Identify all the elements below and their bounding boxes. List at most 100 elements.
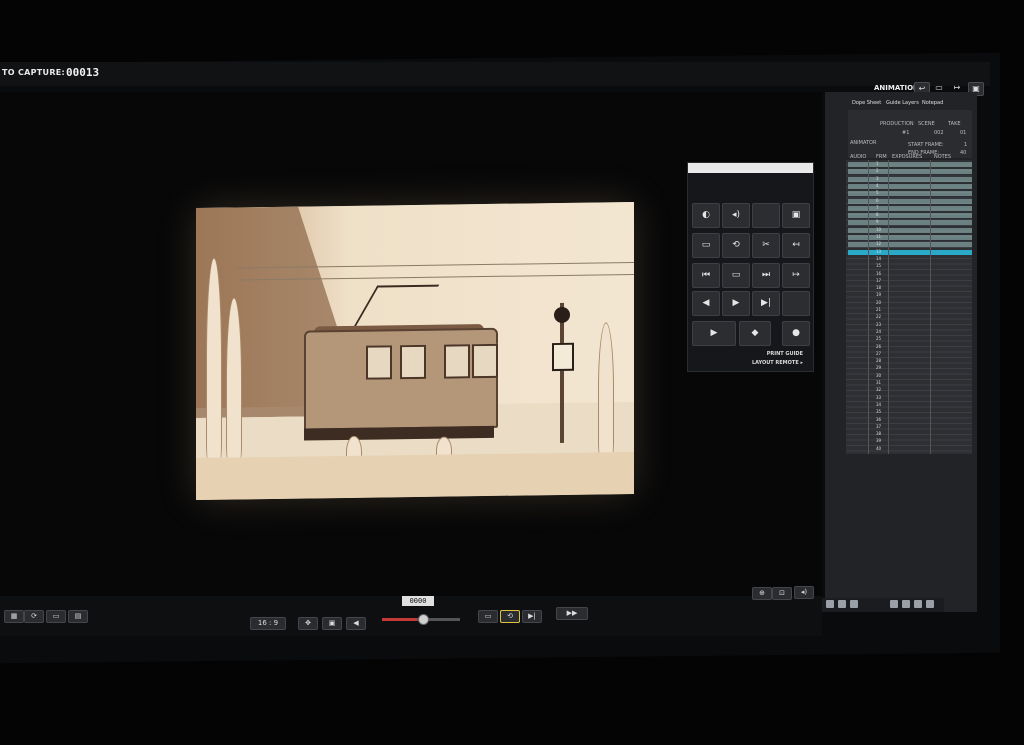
- frame-number[interactable]: 1: [876, 161, 879, 166]
- end-frame-value[interactable]: 40: [960, 150, 966, 156]
- frame-number[interactable]: 38: [876, 431, 881, 436]
- captured-frame-row[interactable]: [848, 191, 972, 197]
- frame-number[interactable]: 19: [876, 292, 881, 297]
- captured-frame-row[interactable]: [848, 176, 972, 182]
- frame-number[interactable]: 12: [876, 241, 881, 246]
- frame-number[interactable]: 7: [876, 205, 879, 210]
- skip-icon[interactable]: ▶|: [522, 610, 542, 623]
- captured-frame-row[interactable]: [848, 227, 972, 233]
- volume-icon[interactable]: ◂): [794, 586, 814, 599]
- last-frame-icon[interactable]: ⏭: [752, 263, 780, 288]
- frame-icon[interactable]: ▭: [46, 610, 66, 623]
- frame-number[interactable]: 33: [876, 395, 881, 400]
- cross-icon[interactable]: [838, 600, 846, 608]
- goto-end-icon[interactable]: ↦: [782, 263, 810, 288]
- frame-number[interactable]: 22: [876, 314, 881, 319]
- frame-number[interactable]: 10: [876, 227, 881, 232]
- layers-icon[interactable]: ▤: [68, 610, 88, 623]
- frame-number[interactable]: 4: [876, 183, 879, 188]
- toggle-icon[interactable]: ▭: [478, 610, 498, 623]
- aspect-ratio-button[interactable]: 16 : 9: [250, 617, 286, 630]
- layout-remote-label[interactable]: LAYOUT REMOTE ▸: [752, 360, 803, 366]
- print-guide-label[interactable]: PRINT GUIDE: [767, 351, 803, 357]
- take-value[interactable]: 01: [960, 130, 966, 136]
- screen-icon[interactable]: ▭: [722, 263, 750, 288]
- frame-number[interactable]: 5: [876, 190, 879, 195]
- frame-number[interactable]: 29: [876, 365, 881, 370]
- frame-number[interactable]: 36: [876, 417, 881, 422]
- grid-icon[interactable]: ▦: [4, 610, 24, 623]
- goto-start-icon[interactable]: ↤: [782, 233, 810, 258]
- timeline-knob[interactable]: [418, 614, 429, 625]
- captured-frame-row[interactable]: [848, 242, 972, 248]
- frame-number[interactable]: 32: [876, 387, 881, 392]
- loop-icon[interactable]: ⟲: [500, 610, 520, 623]
- current-frame-row[interactable]: [848, 249, 972, 255]
- captured-frame-row[interactable]: [848, 205, 972, 211]
- frame-number[interactable]: 20: [876, 300, 881, 305]
- frame-number[interactable]: 9: [876, 219, 879, 224]
- frame-number[interactable]: 27: [876, 351, 881, 356]
- tab-notepad[interactable]: Notepad: [922, 100, 943, 106]
- frame-number[interactable]: 40: [876, 446, 881, 451]
- step-forward-icon[interactable]: ▶: [722, 291, 750, 316]
- frame-number[interactable]: 28: [876, 358, 881, 363]
- blank2-icon[interactable]: [782, 291, 810, 316]
- production-value[interactable]: #1: [902, 130, 909, 136]
- captured-frame-row[interactable]: [848, 220, 972, 226]
- camera-icon[interactable]: ▣: [322, 617, 342, 630]
- zoom-icon[interactable]: ⊕: [752, 587, 772, 600]
- dope-sheet-grid[interactable]: [846, 160, 972, 454]
- captured-frame-row[interactable]: [848, 198, 972, 204]
- first-frame-icon[interactable]: ⏮: [692, 263, 720, 288]
- frame-number[interactable]: 13: [876, 249, 881, 254]
- eraser-icon[interactable]: [914, 600, 922, 608]
- camera-icon[interactable]: ▣: [782, 203, 810, 228]
- fit-icon[interactable]: ⊡: [772, 587, 792, 600]
- onion-skin-icon[interactable]: ◐: [692, 203, 720, 228]
- frame-number[interactable]: 23: [876, 322, 881, 327]
- step-back-icon[interactable]: ◀: [692, 291, 720, 316]
- frame-number[interactable]: 2: [876, 168, 879, 173]
- playback-speed-icon[interactable]: ▶▶: [556, 607, 588, 620]
- brush-icon[interactable]: [890, 600, 898, 608]
- frame-number[interactable]: 6: [876, 198, 879, 203]
- rotate-icon[interactable]: ⟳: [24, 610, 44, 623]
- frame-number[interactable]: 30: [876, 373, 881, 378]
- frame-number[interactable]: 8: [876, 212, 879, 217]
- start-frame-value[interactable]: 1: [964, 142, 967, 148]
- frame-number[interactable]: 24: [876, 329, 881, 334]
- live-view-image[interactable]: [196, 201, 634, 501]
- frame-number[interactable]: 31: [876, 380, 881, 385]
- frame-counter[interactable]: 0000: [402, 596, 434, 606]
- frame-number[interactable]: 17: [876, 278, 881, 283]
- skip-icon[interactable]: ▶|: [752, 291, 780, 316]
- captured-frame-row[interactable]: [848, 183, 972, 189]
- pointer-icon[interactable]: [850, 600, 858, 608]
- frame-number[interactable]: 15: [876, 263, 881, 268]
- volume-icon[interactable]: ◂): [722, 203, 750, 228]
- frame-number[interactable]: 39: [876, 438, 881, 443]
- step-back-icon[interactable]: ◀: [346, 617, 366, 630]
- captured-frame-row[interactable]: [848, 169, 972, 175]
- frame-number[interactable]: 26: [876, 344, 881, 349]
- diamond-icon[interactable]: ◆: [739, 321, 771, 346]
- captured-frame-row[interactable]: [848, 235, 972, 240]
- frame-number[interactable]: 11: [876, 234, 881, 239]
- frame-number[interactable]: 34: [876, 402, 881, 407]
- move-icon[interactable]: ✥: [298, 617, 318, 630]
- captured-frame-row[interactable]: [848, 213, 972, 219]
- frame-number[interactable]: 14: [876, 256, 881, 261]
- pen-icon[interactable]: [902, 600, 910, 608]
- frame-number[interactable]: 35: [876, 409, 881, 414]
- frame-number[interactable]: 37: [876, 424, 881, 429]
- color-icon[interactable]: [926, 600, 934, 608]
- panel-title-bar[interactable]: [688, 163, 813, 173]
- scene-value[interactable]: 002: [934, 130, 944, 136]
- tab-guide-layers[interactable]: Guide Layers: [886, 100, 919, 106]
- play-icon[interactable]: ▶: [692, 321, 736, 346]
- toggle-icon[interactable]: ▭: [692, 233, 720, 258]
- table-icon[interactable]: [826, 600, 834, 608]
- scissors-icon[interactable]: ✂: [752, 233, 780, 258]
- frame-number[interactable]: 25: [876, 336, 881, 341]
